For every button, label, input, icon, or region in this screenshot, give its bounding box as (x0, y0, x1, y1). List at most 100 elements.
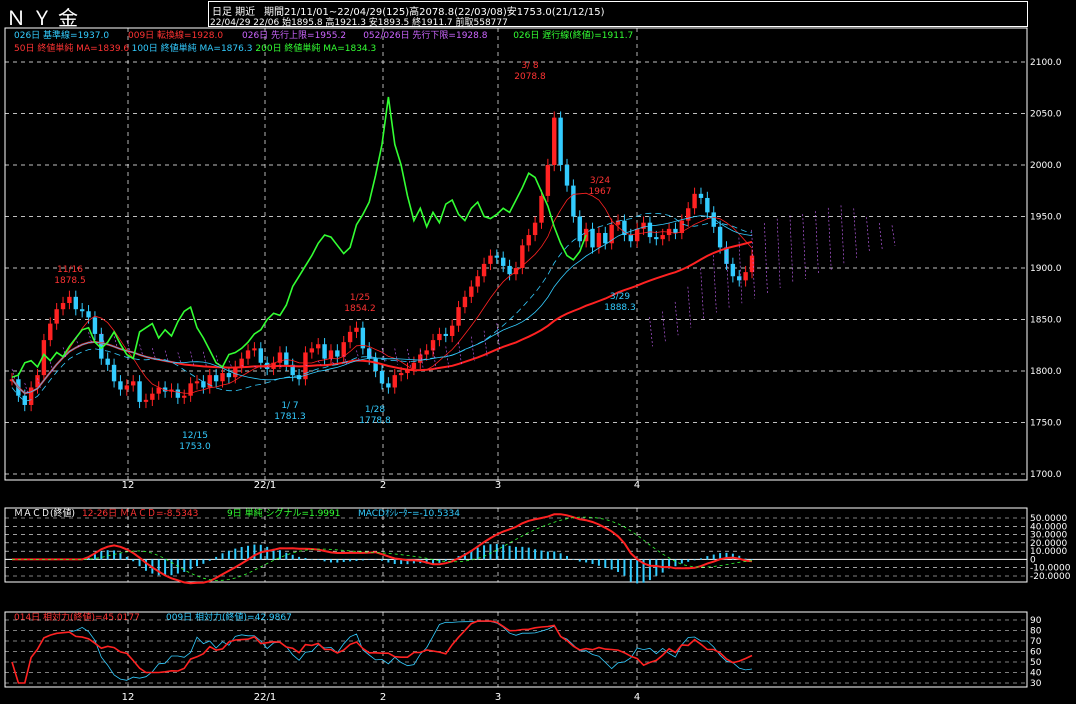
candle-body (328, 350, 334, 359)
month-label: 22/1 (254, 480, 276, 491)
candle-body (213, 375, 219, 382)
candle-body (437, 333, 442, 341)
candle-body (698, 193, 704, 198)
cloud-hatch (164, 350, 169, 361)
cloud-hatch (878, 223, 883, 250)
candle-body (743, 272, 748, 281)
candle-body (469, 286, 474, 297)
macd-line (12, 513, 753, 585)
price-axis-label: 2050.0 (1030, 110, 1062, 120)
macd-legend-item: MACDｵｼﾚｰﾀｰ=-10.5334 (358, 508, 460, 519)
candle-body (513, 268, 519, 275)
month-label: 2 (380, 692, 386, 703)
price-annotation: 3/ 8 (521, 61, 539, 71)
candle-body (449, 325, 455, 336)
candle-body (647, 222, 653, 238)
price-axis-label: 1950.0 (1030, 213, 1062, 223)
candle-body (462, 296, 468, 308)
candle-body (501, 257, 506, 266)
cloud-hatch (458, 342, 462, 365)
candle-body (335, 350, 340, 357)
cloud-hatch (152, 348, 156, 359)
legend-item: 009日 転換線=1928.0 (128, 29, 223, 41)
month-label: 3 (495, 692, 501, 703)
cloud-hatch (764, 223, 768, 294)
candle-body (175, 389, 181, 398)
price-annotation: 1888.3 (604, 303, 636, 313)
legend-item: 026日 遅行線(終値)=1911.7 (513, 29, 633, 41)
month-label: 3 (495, 480, 501, 491)
price-axis-label: 1900.0 (1030, 264, 1062, 274)
candle-body (79, 309, 85, 312)
month-label: 4 (634, 692, 640, 703)
candle-body (749, 255, 755, 273)
candle-body (137, 381, 142, 402)
candle-body (341, 342, 346, 357)
candle-body (558, 117, 563, 165)
candle-body (730, 263, 736, 277)
cloud-hatch (139, 344, 143, 355)
candle-body (571, 185, 576, 217)
macd-legend-item: 12-26日 ＭＡＣＤ=-8.5343 (82, 508, 198, 519)
candle-body (347, 331, 353, 343)
candle-body (182, 395, 187, 398)
rsi-legend-item: 014日 相対力(終値)=45.0177 (14, 611, 140, 623)
candle-body (488, 255, 493, 264)
legend-item: 200日 終値単純 MA=1834.3 (255, 42, 376, 54)
legend-item: 50日 終値単純 MA=1839.6 (14, 42, 129, 54)
price-annotation: 2078.8 (514, 72, 546, 82)
candle-body (628, 235, 633, 242)
macd-legend-item: ＭＡＣＤ(終値) (14, 507, 75, 519)
cloud-hatch (853, 208, 858, 258)
candle-body (220, 373, 225, 382)
rsi-axis-label: 70 (1030, 637, 1042, 647)
candle-body (705, 197, 710, 213)
macd-legend-item: 9日 単純 シグナル=1.9991 (227, 507, 340, 519)
legend-item: 052/026日 先行下限=1928.8 (363, 29, 488, 41)
price-annotation: 1/25 (350, 293, 370, 303)
cloud-hatch (483, 330, 488, 357)
candle-body (539, 195, 544, 223)
candle-body (131, 381, 136, 386)
candle-body (660, 235, 665, 240)
candle-body (443, 333, 448, 336)
candle-body (60, 303, 66, 310)
rsi-axis-label: 60 (1030, 648, 1042, 658)
candle-body (245, 350, 251, 359)
candle-body (692, 193, 697, 209)
panel-frame-3 (4, 611, 1028, 688)
cloud-hatch (445, 346, 450, 368)
candle-body (577, 216, 582, 242)
cloud-hatch (649, 317, 653, 347)
cloud-hatch (827, 207, 832, 270)
candle-body (481, 263, 487, 277)
legend-item: 026日 基準線=1937.0 (14, 29, 109, 41)
candle-body (22, 395, 27, 405)
price-annotation: 1781.3 (274, 412, 306, 422)
cloud-hatch (662, 311, 666, 342)
candle-body (392, 375, 397, 388)
cloud-hatch (203, 351, 207, 367)
price-axis-label: 1800.0 (1030, 367, 1062, 377)
price-axis-label: 1850.0 (1030, 316, 1062, 326)
rsi-legend-item: 009日 相対力(終値)=42.9867 (166, 611, 292, 623)
candle-body (634, 228, 640, 242)
candle-body (475, 276, 480, 287)
lagging-span-line (11, 96, 587, 378)
candle-body (48, 323, 53, 341)
price-annotation: 1778.8 (359, 416, 391, 426)
candle-body (258, 348, 263, 363)
candle-body (105, 358, 110, 365)
candle-body (424, 350, 429, 355)
cloud-hatch (190, 351, 194, 366)
candle-body (226, 373, 232, 378)
cloud-hatch (840, 205, 845, 264)
candle-body (111, 364, 117, 382)
price-annotation: 1753.0 (179, 442, 211, 452)
candle-body (284, 352, 289, 365)
cloud-hatch (228, 360, 233, 368)
cloud-hatch (177, 352, 182, 364)
candle-body (86, 311, 91, 318)
candle-body (526, 235, 531, 246)
candle-body (118, 381, 123, 390)
